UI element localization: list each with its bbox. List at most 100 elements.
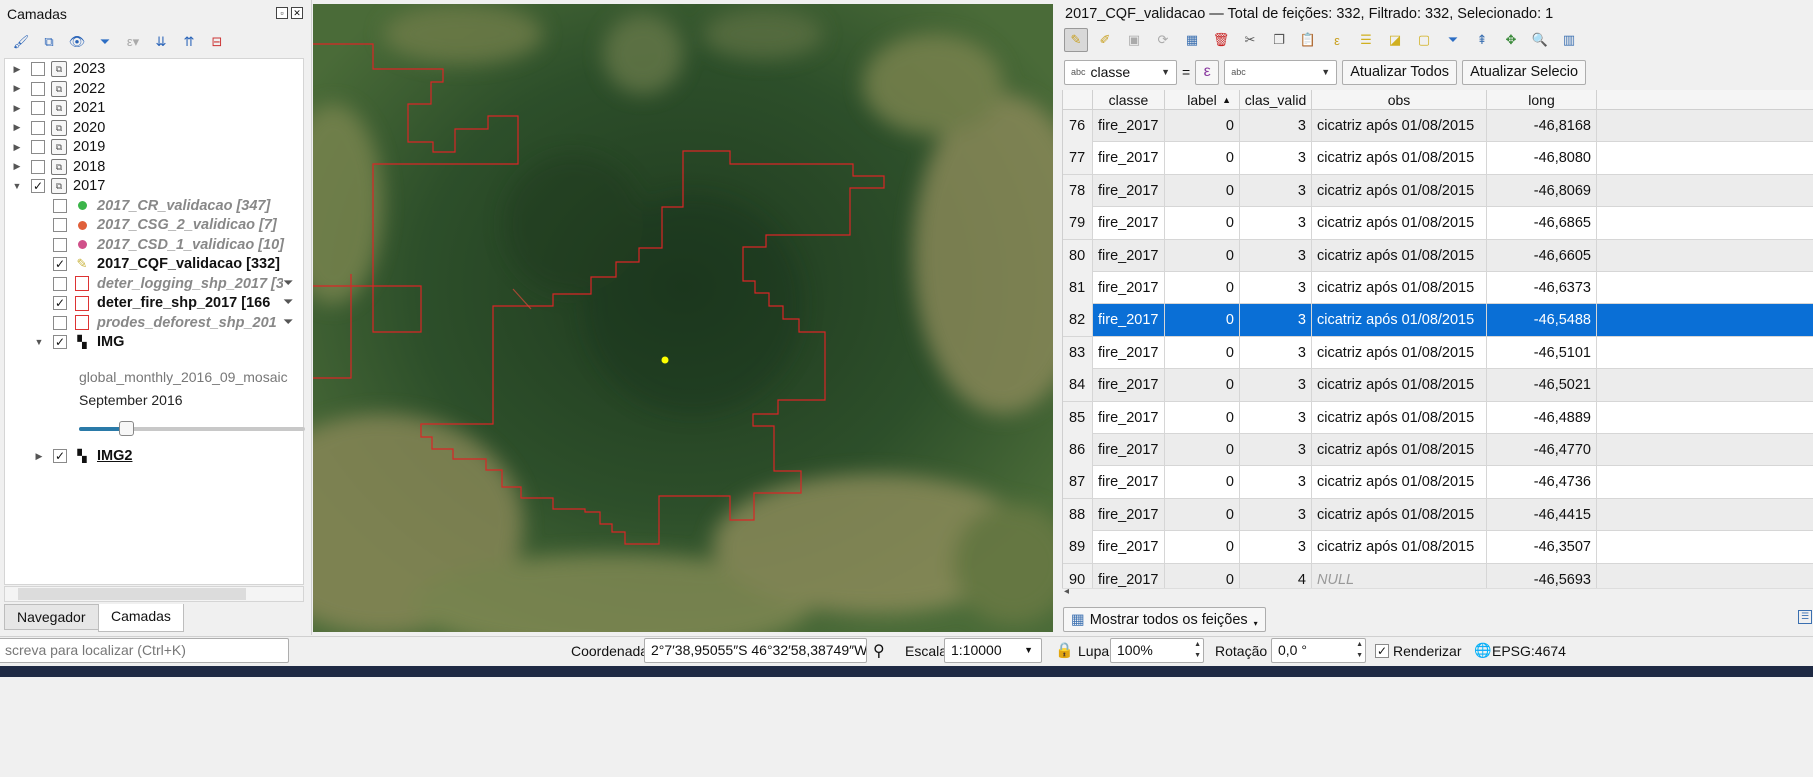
tab-navegador[interactable]: Navegador bbox=[4, 604, 99, 630]
invert-selection-icon[interactable]: ◪ bbox=[1383, 28, 1407, 52]
table-row[interactable]: 84 fire_2017 0 3 cicatriz após 01/08/2015 -46… bbox=[1063, 369, 1813, 402]
lock-scale-icon[interactable]: 🔒 bbox=[1055, 641, 1074, 659]
table-cell-long[interactable]: -46,8069 bbox=[1487, 174, 1597, 207]
locator-search-input[interactable]: screva para localizar (Ctrl+K) bbox=[0, 638, 289, 663]
table-cell-long[interactable]: -46,4736 bbox=[1487, 466, 1597, 499]
table-cell-long[interactable]: -46,6605 bbox=[1487, 239, 1597, 272]
expand-down-icon[interactable]: ▼ bbox=[11, 181, 23, 191]
row-number[interactable]: 78 bbox=[1063, 174, 1093, 207]
toggle-extents-icon[interactable]: ⚲ bbox=[873, 641, 885, 661]
expand-right-icon[interactable]: ▶ bbox=[11, 103, 23, 114]
layer-item-6[interactable]: prodes_deforest_shp_201 bbox=[53, 313, 277, 333]
table-cell-obs[interactable]: cicatriz após 01/08/2015 bbox=[1312, 174, 1487, 207]
zoom-to-selection-icon[interactable]: 🔍 bbox=[1528, 28, 1552, 52]
layer-item-2[interactable]: 2017_CSD_1_validicao [10] bbox=[53, 235, 284, 255]
table-cell-obs[interactable]: cicatriz após 01/08/2015 bbox=[1312, 336, 1487, 369]
table-cell-label[interactable]: 0 bbox=[1165, 466, 1240, 499]
table-cell-label[interactable]: 0 bbox=[1165, 563, 1240, 590]
table-cell-obs[interactable]: cicatriz após 01/08/2015 bbox=[1312, 207, 1487, 240]
save-edits-icon[interactable]: ▣ bbox=[1122, 28, 1146, 52]
table-cell-obs[interactable]: cicatriz após 01/08/2015 bbox=[1312, 239, 1487, 272]
table-cell-label[interactable]: 0 bbox=[1165, 207, 1240, 240]
table-cell-clas_valid[interactable]: 3 bbox=[1240, 272, 1312, 304]
layer-item-1[interactable]: 2017_CSG_2_validicao [7] bbox=[53, 215, 277, 235]
layer-checkbox[interactable]: ✓ bbox=[53, 296, 67, 310]
toggle-edit-icon[interactable]: ✎ bbox=[1064, 28, 1088, 52]
expand-right-icon[interactable]: ▶ bbox=[33, 451, 45, 462]
layer-group-1[interactable]: ▶ ⧉ 2022 bbox=[11, 79, 105, 99]
expand-right-icon[interactable]: ▶ bbox=[11, 64, 23, 75]
row-number[interactable]: 87 bbox=[1063, 466, 1093, 499]
table-cell-obs[interactable]: cicatriz após 01/08/2015 bbox=[1312, 369, 1487, 402]
table-row[interactable]: 88 fire_2017 0 3 cicatriz após 01/08/2015 -46… bbox=[1063, 498, 1813, 532]
expression-epsilon-button[interactable]: ε bbox=[1195, 59, 1220, 85]
table-cell-obs[interactable]: cicatriz após 01/08/2015 bbox=[1312, 434, 1487, 466]
table-row[interactable]: 85 fire_2017 0 3 cicatriz após 01/08/2015 -46… bbox=[1063, 401, 1813, 434]
tab-camadas[interactable]: Camadas bbox=[98, 604, 184, 632]
layer-group-6[interactable]: ▼ ✓ ⧉ 2017 bbox=[11, 176, 105, 196]
table-row[interactable]: 82 fire_2017 0 3 cicatriz após 01/08/2015 -46… bbox=[1063, 304, 1813, 337]
table-cell-label[interactable]: 0 bbox=[1165, 110, 1240, 142]
layer-group-checkbox[interactable]: ✓ bbox=[31, 179, 45, 193]
row-number[interactable]: 88 bbox=[1063, 498, 1093, 531]
table-hscrollbar[interactable]: ◂ bbox=[1062, 586, 1813, 600]
rotation-spinbox[interactable]: 0,0 ° ▲ ▼ bbox=[1271, 638, 1366, 663]
scale-combo[interactable]: 1:10000 ▼ bbox=[944, 638, 1042, 663]
row-number[interactable]: 85 bbox=[1063, 401, 1093, 434]
table-cell-label[interactable]: 0 bbox=[1165, 272, 1240, 304]
filter-expression-icon[interactable]: ε▾ bbox=[122, 31, 144, 53]
table-cell-label[interactable]: 0 bbox=[1165, 531, 1240, 564]
table-cell-classe[interactable]: fire_2017 bbox=[1093, 401, 1165, 434]
table-cell-long[interactable]: -46,8168 bbox=[1487, 110, 1597, 142]
add-feature-icon[interactable]: ▦ bbox=[1180, 28, 1204, 52]
layer-checkbox[interactable] bbox=[53, 315, 67, 330]
row-number[interactable]: 84 bbox=[1063, 369, 1093, 402]
table-cell-classe[interactable]: fire_2017 bbox=[1093, 239, 1165, 272]
table-cell-classe[interactable]: fire_2017 bbox=[1093, 563, 1165, 590]
table-cell-long[interactable]: -46,8080 bbox=[1487, 142, 1597, 175]
layer-group-checkbox[interactable] bbox=[31, 120, 45, 135]
layer-group-checkbox[interactable] bbox=[31, 140, 45, 154]
expand-all-icon[interactable]: ⇊ bbox=[150, 31, 172, 53]
table-row[interactable]: 89 fire_2017 0 3 cicatriz após 01/08/2015 -46… bbox=[1063, 531, 1813, 564]
row-number[interactable]: 86 bbox=[1063, 434, 1093, 466]
table-cell-long[interactable]: -46,6373 bbox=[1487, 272, 1597, 304]
mosaic-slider-handle[interactable] bbox=[119, 421, 135, 436]
table-cell-long[interactable]: -46,4770 bbox=[1487, 434, 1597, 466]
table-cell-clas_valid[interactable]: 3 bbox=[1240, 466, 1312, 499]
table-cell-classe[interactable]: fire_2017 bbox=[1093, 369, 1165, 402]
table-row[interactable]: 80 fire_2017 0 3 cicatriz após 01/08/2015 -46… bbox=[1063, 239, 1813, 272]
select-by-expression-icon[interactable]: ε bbox=[1325, 28, 1349, 52]
filter-legend-icon[interactable]: ⏷ bbox=[94, 31, 116, 53]
layer-img2[interactable]: ▶ ✓ ▚ IMG2 bbox=[33, 446, 133, 466]
table-cell-clas_valid[interactable]: 3 bbox=[1240, 174, 1312, 207]
table-cell-obs[interactable]: cicatriz após 01/08/2015 bbox=[1312, 531, 1487, 564]
table-row[interactable]: 87 fire_2017 0 3 cicatriz após 01/08/2015 -46… bbox=[1063, 466, 1813, 499]
table-cell-classe[interactable]: fire_2017 bbox=[1093, 110, 1165, 142]
magnifier-spinbox[interactable]: 100% ▲ ▼ bbox=[1110, 638, 1204, 663]
table-row[interactable]: 79 fire_2017 0 3 cicatriz após 01/08/2015 -46… bbox=[1063, 207, 1813, 240]
table-cell-clas_valid[interactable]: 4 bbox=[1240, 563, 1312, 590]
table-cell-classe[interactable]: fire_2017 bbox=[1093, 174, 1165, 207]
selected-feature-point[interactable] bbox=[661, 356, 669, 364]
deselect-all-icon[interactable]: ▢ bbox=[1412, 28, 1436, 52]
table-cell-classe[interactable]: fire_2017 bbox=[1093, 531, 1165, 564]
layer-item-4[interactable]: deter_logging_shp_2017 [3 bbox=[53, 274, 284, 294]
table-cell-label[interactable]: 0 bbox=[1165, 142, 1240, 175]
layer-item-5[interactable]: ✓ deter_fire_shp_2017 [166 bbox=[53, 293, 270, 313]
table-cell-obs[interactable]: cicatriz após 01/08/2015 bbox=[1312, 142, 1487, 175]
layer-checkbox[interactable]: ✓ bbox=[53, 449, 67, 463]
layer-checkbox[interactable] bbox=[53, 198, 67, 213]
table-cell-clas_valid[interactable]: 3 bbox=[1240, 110, 1312, 142]
delete-feature-icon[interactable]: 🗑 bbox=[1209, 28, 1233, 52]
update-all-button[interactable]: Atualizar Todos bbox=[1342, 59, 1458, 85]
layer-group-0[interactable]: ▶ ⧉ 2023 bbox=[11, 59, 105, 79]
layer-group-checkbox[interactable] bbox=[31, 101, 45, 115]
table-cell-clas_valid[interactable]: 3 bbox=[1240, 434, 1312, 466]
expand-right-icon[interactable]: ▶ bbox=[11, 83, 23, 94]
coordinate-field[interactable]: 2°7′38,95055″S 46°32′58,38749″W bbox=[644, 638, 867, 663]
table-cell-long[interactable]: -46,4889 bbox=[1487, 401, 1597, 434]
table-cell-classe[interactable]: fire_2017 bbox=[1093, 207, 1165, 240]
layer-checkbox[interactable]: ✓ bbox=[53, 257, 67, 271]
table-cell-clas_valid[interactable]: 3 bbox=[1240, 239, 1312, 272]
